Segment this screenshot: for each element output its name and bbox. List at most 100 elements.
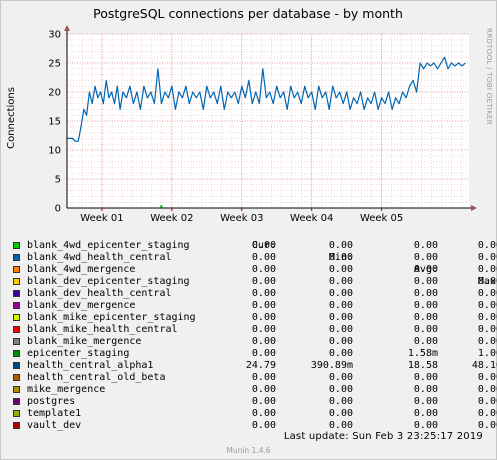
legend-name: postgres xyxy=(27,396,76,407)
legend-swatch xyxy=(13,422,20,429)
legend-cur-value: 0.00 xyxy=(251,288,276,299)
legend-header: Cur: Min: Avg: Max: xyxy=(8,228,497,287)
legend-min-value: 0.00 xyxy=(328,408,353,419)
legend-row: blank_4wd_epicenter_staging 0.00 0.00 0.00 0… xyxy=(8,240,497,252)
legend-name: blank_dev_epicenter_staging xyxy=(27,276,190,287)
legend-min-value: 0.00 xyxy=(328,288,353,299)
y-tick-label: 15 xyxy=(48,117,61,128)
x-tick-label: Week 05 xyxy=(360,213,403,224)
legend-row: blank_dev_epicenter_staging 0.00 0.00 0.00 0… xyxy=(8,276,497,288)
legend-min-value: 0.00 xyxy=(328,336,353,347)
legend-name: epicenter_staging xyxy=(27,348,130,359)
legend-max-value: 0.00 xyxy=(477,264,497,275)
legend-row: template10.000.000.000.00 xyxy=(8,408,497,420)
legend-min-value: 0.00 xyxy=(328,264,353,275)
legend-max-value: 0.00 xyxy=(477,300,497,311)
legend-swatch xyxy=(13,362,20,369)
legend-name: mike_mergence xyxy=(27,384,106,395)
legend-name: blank_4wd_health_central xyxy=(27,252,172,263)
legend-max-value: 0.00 xyxy=(477,240,497,251)
legend-cur-value: 0.00 xyxy=(251,300,276,311)
legend-name: health_central_old_beta xyxy=(27,372,166,383)
legend-name: blank_mike_mergence xyxy=(27,336,142,347)
legend-row: postgres0.000.000.000.00 xyxy=(8,396,497,408)
x-axis-arrow xyxy=(471,205,477,211)
legend-row: health_central_alpha1 24.79 390.89m 18.58 48… xyxy=(8,360,497,372)
y-axis-arrow xyxy=(64,25,70,31)
y-tick-label: 20 xyxy=(48,88,61,99)
legend-name: blank_4wd_epicenter_staging xyxy=(27,240,190,251)
x-tick-label: Week 02 xyxy=(150,213,193,224)
legend-cur-value: 0.00 xyxy=(251,252,276,263)
legend-cur-value: 24.79 xyxy=(245,360,276,371)
last-update: Last update: Sun Feb 3 23:25:17 2019 xyxy=(283,431,483,442)
legend-row: epicenter_staging0.000.001.58m1.00 xyxy=(8,348,497,360)
legend-swatch xyxy=(13,314,20,321)
x-tick-label: Week 03 xyxy=(220,213,263,224)
legend-max-value: 0.00 xyxy=(477,252,497,263)
legend-swatch xyxy=(13,242,20,249)
legend-cur-value: 0.00 xyxy=(251,324,276,335)
legend-row: blank_4wd_health_central0.000.000.000.00 xyxy=(8,252,497,264)
legend-name: vault_dev xyxy=(27,420,82,431)
y-tick-label: 30 xyxy=(48,30,61,41)
legend-cur-value: 0.00 xyxy=(251,264,276,275)
y-tick-label: 5 xyxy=(55,175,61,186)
legend-swatch xyxy=(13,266,20,273)
y-axis-label: Connections xyxy=(6,87,17,149)
legend-row: blank_mike_health_central 0.00 0.00 0.00 0.0… xyxy=(8,324,497,336)
legend-cur-value: 0.00 xyxy=(251,408,276,419)
legend-min-value: 0.00 xyxy=(328,384,353,395)
y-tick-label: 25 xyxy=(48,59,61,70)
legend-swatch xyxy=(13,326,20,333)
legend-cur-value: 0.00 xyxy=(251,240,276,251)
legend-row: mike_mergence0.000.000.000.00 xyxy=(8,384,497,396)
legend-max-value: 0.00 xyxy=(477,384,497,395)
legend-cur-value: 0.00 xyxy=(251,312,276,323)
legend-name: blank_4wd_mergence xyxy=(27,264,136,275)
legend-max-value: 0.00 xyxy=(477,336,497,347)
legend-swatch xyxy=(13,410,20,417)
legend-name: blank_dev_mergence xyxy=(27,300,136,311)
legend-swatch xyxy=(13,338,20,345)
legend-swatch xyxy=(13,374,20,381)
legend-max-value: 0.00 xyxy=(477,276,497,287)
legend-min-value: 390.89m xyxy=(310,360,353,371)
legend-name: blank_mike_epicenter_staging xyxy=(27,312,196,323)
chart: PostgreSQL connections per database - by… xyxy=(6,6,494,224)
legend-name: template1 xyxy=(27,408,82,419)
legend-row: blank_dev_mergence0.000.000.000.00 xyxy=(8,300,497,312)
legend-min-value: 0.00 xyxy=(328,312,353,323)
legend-swatch xyxy=(13,254,20,261)
legend-min-value: 0.00 xyxy=(328,252,353,263)
legend-min-value: 0.00 xyxy=(328,240,353,251)
y-tick-label: 0 xyxy=(55,204,61,215)
legend-max-value: 0.00 xyxy=(477,324,497,335)
legend-max-value: 0.00 xyxy=(477,288,497,299)
legend-swatch xyxy=(13,302,20,309)
legend-swatch xyxy=(13,350,20,357)
rrdtool-watermark: RRDTOOL / TOBI OETIKER xyxy=(485,28,494,125)
legend-cur-value: 0.00 xyxy=(251,372,276,383)
legend-cur-value: 0.00 xyxy=(251,336,276,347)
legend-cur-value: 0.00 xyxy=(251,396,276,407)
munin-version: Munin 1.4.6 xyxy=(226,446,271,455)
legend-swatch xyxy=(13,386,20,393)
legend-min-value: 0.00 xyxy=(328,276,353,287)
legend-max-value: 0.00 xyxy=(477,312,497,323)
x-tick-label: Week 01 xyxy=(80,213,123,224)
legend-swatch xyxy=(13,290,20,297)
legend-table: Cur: Min: Avg: Max: blank_4wd_epicenter_… xyxy=(8,228,497,432)
y-tick-label: 10 xyxy=(48,146,61,157)
legend-row: blank_dev_health_central0.000.000.000.00 xyxy=(8,288,497,300)
legend-min-value: 0.00 xyxy=(328,324,353,335)
legend-name: blank_dev_health_central xyxy=(27,288,172,299)
legend-row: health_central_old_beta0.000.000.000.00 xyxy=(8,372,497,384)
legend-cur-value: 0.00 xyxy=(251,384,276,395)
legend-name: health_central_alpha1 xyxy=(27,360,154,371)
legend-name: blank_mike_health_central xyxy=(27,324,178,335)
legend-min-value: 0.00 xyxy=(328,348,353,359)
legend-min-value: 0.00 xyxy=(328,372,353,383)
chart-title: PostgreSQL connections per database - by… xyxy=(93,6,403,21)
legend-max-value: 48.10 xyxy=(471,360,497,371)
